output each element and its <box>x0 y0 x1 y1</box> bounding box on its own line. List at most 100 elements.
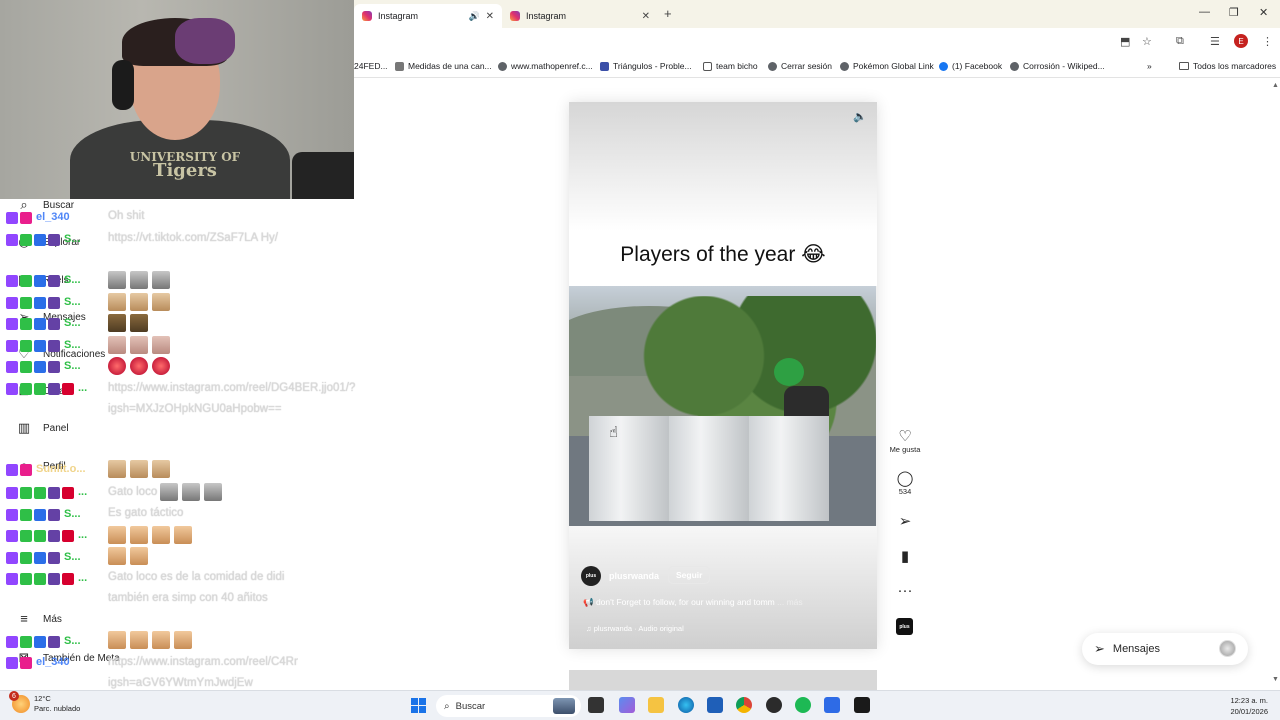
comment-icon: ◯ <box>896 470 914 487</box>
store-icon[interactable] <box>707 697 723 713</box>
emote-image <box>130 292 148 311</box>
twitch-icon <box>6 275 18 287</box>
badge-icon <box>20 275 32 287</box>
bookmark-item[interactable]: (1) Facebook <box>939 61 1002 71</box>
emote-image <box>130 525 148 544</box>
badge-icon <box>20 464 32 476</box>
messages-button[interactable]: ➢ Mensajes <box>1082 633 1248 665</box>
chat-emotes <box>108 270 298 291</box>
bookmark-item[interactable]: Medidas de una can... <box>395 61 492 71</box>
bookmark-item[interactable]: team bicho <box>703 61 758 71</box>
minimize-icon[interactable]: — <box>1199 6 1210 18</box>
install-app-icon[interactable]: ⬒ <box>1120 35 1130 48</box>
extensions-icon[interactable]: ⧉ <box>1176 35 1184 48</box>
app-icon[interactable] <box>824 697 840 713</box>
emote-image <box>130 270 148 289</box>
more-menu-icon[interactable]: ⋮ <box>1262 35 1273 48</box>
twitch-icon <box>6 573 18 585</box>
bookmark-item[interactable]: 24FED... <box>354 61 388 71</box>
edge-icon[interactable] <box>678 697 694 713</box>
pokeball-icon <box>840 61 849 71</box>
tab-instagram[interactable]: Instagram ✕ <box>502 4 658 28</box>
scrollbar[interactable]: ▲ ▼ <box>1270 80 1280 690</box>
bookmark-item[interactable]: Cerrar sesión <box>768 61 832 71</box>
badge-icon <box>34 318 46 330</box>
more-icon: ··· <box>897 582 913 599</box>
more-link[interactable]: ... más <box>777 597 803 607</box>
spotify-icon[interactable] <box>795 697 811 713</box>
bookmark-item[interactable]: Triángulos - Proble... <box>600 61 692 71</box>
clock[interactable]: 12:23 a. m. 20/01/2026 <box>1230 695 1268 717</box>
chat-username: ... <box>78 486 88 498</box>
close-tab-icon[interactable]: ✕ <box>642 11 650 22</box>
stream-chat-overlay: el_340 Oh shit S... https://vt.tiktok.co… <box>0 200 356 700</box>
scroll-down-icon[interactable]: ▼ <box>1272 676 1279 683</box>
copilot-icon[interactable] <box>619 697 635 713</box>
new-tab-button[interactable]: + <box>664 6 672 21</box>
chat-username: ... <box>78 572 88 584</box>
author-name[interactable]: plusrwanda <box>609 571 659 581</box>
chat-emotes <box>108 459 298 480</box>
twitch-icon <box>6 509 18 521</box>
close-tab-icon[interactable]: ✕ <box>486 11 494 22</box>
twitch-icon <box>6 383 18 395</box>
next-reel-preview[interactable] <box>569 670 877 690</box>
author-avatar[interactable]: plus <box>581 566 601 586</box>
task-view-icon[interactable] <box>588 697 604 713</box>
chat-message: S... <box>6 507 81 521</box>
barrier <box>589 416 669 521</box>
bookmark-item[interactable]: Pokémon Global Link <box>840 61 934 71</box>
streamer-bandana <box>175 18 235 64</box>
profile-avatar[interactable]: E <box>1234 34 1248 48</box>
save-button[interactable]: ▮ <box>884 549 926 565</box>
emote-image <box>152 335 170 354</box>
tab-instagram-active[interactable]: Instagram 🔊 ✕ <box>354 4 502 28</box>
bookmark-item[interactable]: www.mathopenref.c... <box>498 61 593 71</box>
send-icon: ➢ <box>1094 641 1105 656</box>
emote-image <box>160 482 179 501</box>
restore-icon[interactable]: ❐ <box>1229 6 1239 19</box>
bookmarks-folder[interactable]: Todos los marcadores <box>1179 61 1276 71</box>
globe-icon <box>498 61 507 71</box>
taskbar: 6 12°C Parc. nublado ⌕ Buscar 12:23 a. m… <box>0 690 1280 720</box>
windows-start-icon[interactable] <box>411 698 426 713</box>
reel-audio[interactable]: ♫ plusrwanda · Audio original <box>586 624 684 633</box>
comment-button[interactable]: ◯ 534 <box>884 470 926 497</box>
chrome-icon[interactable] <box>736 697 752 713</box>
page-icon <box>395 61 404 71</box>
file-explorer-icon[interactable] <box>648 697 664 713</box>
emote-image <box>108 270 126 289</box>
barrier <box>749 416 829 521</box>
bookmarks-overflow-icon[interactable]: » <box>1147 61 1152 71</box>
scroll-up-icon[interactable]: ▲ <box>1272 82 1279 89</box>
close-window-icon[interactable]: ✕ <box>1259 6 1268 19</box>
facebook-icon <box>939 61 948 71</box>
audio-thumbnail[interactable]: plus <box>896 618 913 635</box>
badge-icon <box>34 487 46 499</box>
emote-image <box>152 356 170 375</box>
like-button[interactable]: ♡ Me gusta <box>884 429 926 455</box>
reel-video[interactable] <box>569 286 876 526</box>
weather-widget[interactable]: 6 12°C Parc. nublado <box>9 691 80 714</box>
volume-icon[interactable]: 🔈 <box>853 110 867 123</box>
reel-player[interactable]: Players of the year 😂 🔈 plus plusrwanda … <box>569 102 877 649</box>
chat-text: https://www.instagram.com/reel/DG4BER.jj… <box>108 382 356 415</box>
twitch-icon <box>6 657 18 669</box>
chat-username: S... <box>64 317 81 329</box>
speaker-icon[interactable]: 🔊 <box>469 11 480 22</box>
bookmark-star-icon[interactable]: ☆ <box>1142 35 1152 48</box>
badge-icon <box>20 340 32 352</box>
follow-button[interactable]: Seguir <box>668 566 711 584</box>
app-icon[interactable] <box>854 697 870 713</box>
taskbar-search[interactable]: ⌕ Buscar <box>436 695 581 717</box>
more-options-button[interactable]: ··· <box>884 583 926 599</box>
chat-emotes <box>108 630 298 651</box>
share-button[interactable]: ➢ <box>884 514 926 530</box>
obs-icon[interactable] <box>766 697 782 713</box>
search-highlight-image <box>553 698 575 714</box>
chat-message: S... <box>6 295 81 309</box>
reading-list-icon[interactable]: ☰ <box>1210 35 1220 48</box>
address-bar[interactable] <box>360 31 1100 53</box>
reel-caption: Players of the year 😂 <box>620 243 826 266</box>
bookmark-item[interactable]: Corrosión - Wikiped... <box>1010 61 1105 71</box>
